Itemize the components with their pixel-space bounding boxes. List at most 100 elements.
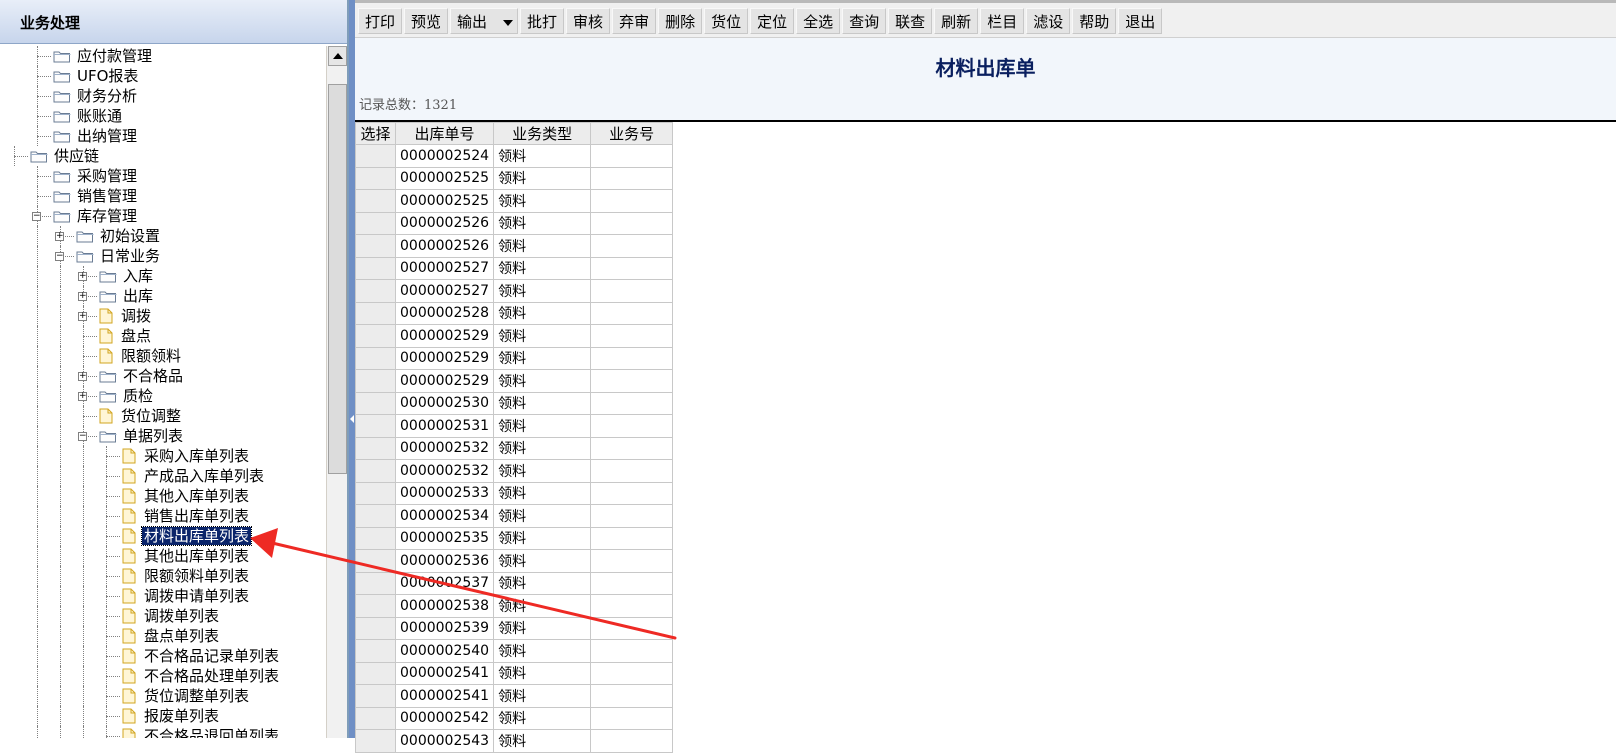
- tree-item[interactable]: 采购管理: [53, 166, 139, 186]
- table-row[interactable]: 0000002532 领料: [355, 436, 674, 460]
- tree-item[interactable]: 初始设置: [76, 226, 162, 246]
- tree-item[interactable]: 销售管理: [53, 186, 139, 206]
- table-row[interactable]: 0000002541 领料: [355, 684, 674, 708]
- tree-item[interactable]: 出纳管理: [53, 126, 139, 146]
- row-select-cell[interactable]: [355, 301, 396, 325]
- table-row[interactable]: 0000002529 领料: [355, 324, 674, 348]
- column-header[interactable]: 选择: [355, 122, 396, 145]
- table-row[interactable]: 0000002533 领料: [355, 481, 674, 505]
- row-select-cell[interactable]: [355, 324, 396, 348]
- row-select-cell[interactable]: [355, 526, 396, 550]
- row-select-cell[interactable]: [355, 459, 396, 483]
- expand-icon[interactable]: +: [78, 292, 87, 301]
- row-select-cell[interactable]: [355, 256, 396, 280]
- table-row[interactable]: 0000002541 领料: [355, 661, 674, 685]
- table-row[interactable]: 0000002542 领料: [355, 706, 674, 730]
- toolbar-button[interactable]: 审核: [566, 8, 611, 34]
- table-row[interactable]: 0000002524 领料: [355, 144, 674, 168]
- expand-icon[interactable]: +: [78, 312, 87, 321]
- row-select-cell[interactable]: [355, 414, 396, 438]
- tree-item[interactable]: 账账通: [53, 106, 124, 126]
- toolbar-button[interactable]: 批打: [520, 8, 565, 34]
- expand-icon[interactable]: +: [78, 272, 87, 281]
- tree-item[interactable]: 不合格品退回单列表: [122, 726, 281, 738]
- tree-item[interactable]: 入库: [99, 266, 155, 286]
- table-row[interactable]: 0000002529 领料: [355, 346, 674, 370]
- table-row[interactable]: 0000002538 领料: [355, 594, 674, 618]
- toolbar-button[interactable]: 弃审: [612, 8, 657, 34]
- collapse-icon[interactable]: −: [32, 212, 41, 221]
- tree-item[interactable]: 不合格品处理单列表: [122, 666, 281, 686]
- row-select-cell[interactable]: [355, 369, 396, 393]
- table-row[interactable]: 0000002531 领料: [355, 414, 674, 438]
- row-select-cell[interactable]: [355, 549, 396, 573]
- column-header[interactable]: 业务号: [590, 122, 674, 145]
- row-select-cell[interactable]: [355, 616, 396, 640]
- table-row[interactable]: 0000002525 领料: [355, 166, 674, 190]
- row-select-cell[interactable]: [355, 166, 396, 190]
- table-row[interactable]: 0000002532 领料: [355, 459, 674, 483]
- table-row[interactable]: 0000002536 领料: [355, 549, 674, 573]
- table-row[interactable]: 0000002526 领料: [355, 234, 674, 258]
- table-row[interactable]: 0000002528 领料: [355, 301, 674, 325]
- expand-icon[interactable]: +: [78, 392, 87, 401]
- row-select-cell[interactable]: [355, 706, 396, 730]
- tree-item[interactable]: 应付款管理: [53, 46, 154, 66]
- tree-item[interactable]: 供应链: [30, 146, 101, 166]
- row-select-cell[interactable]: [355, 436, 396, 460]
- row-select-cell[interactable]: [355, 189, 396, 213]
- toolbar-button[interactable]: 全选: [796, 8, 841, 34]
- collapse-icon[interactable]: −: [78, 432, 87, 441]
- toolbar-button[interactable]: 滤设: [1026, 8, 1071, 34]
- tree-item[interactable]: 销售出库单列表: [122, 506, 251, 526]
- row-select-cell[interactable]: [355, 346, 396, 370]
- tree-item[interactable]: 日常业务: [76, 246, 162, 266]
- tree-item[interactable]: 限额领料: [99, 346, 183, 366]
- tree-scrollbar[interactable]: [326, 46, 347, 738]
- tree-item[interactable]: 质检: [99, 386, 155, 406]
- toolbar-button[interactable]: 联查: [888, 8, 933, 34]
- toolbar-button[interactable]: 预览: [404, 8, 449, 34]
- table-row[interactable]: 0000002526 领料: [355, 211, 674, 235]
- row-select-cell[interactable]: [355, 661, 396, 685]
- toolbar-button[interactable]: 定位: [750, 8, 795, 34]
- tree-item[interactable]: 出库: [99, 286, 155, 306]
- expand-icon[interactable]: +: [78, 372, 87, 381]
- row-select-cell[interactable]: [355, 639, 396, 663]
- tree-item[interactable]: 调拨: [99, 306, 153, 326]
- table-row[interactable]: 0000002540 领料: [355, 639, 674, 663]
- toolbar-button[interactable]: 删除: [658, 8, 703, 34]
- toolbar-button[interactable]: 退出: [1118, 8, 1163, 34]
- row-select-cell[interactable]: [355, 481, 396, 505]
- table-row[interactable]: 0000002539 领料: [355, 616, 674, 640]
- table-row[interactable]: 0000002529 领料: [355, 369, 674, 393]
- tree-item[interactable]: 货位调整单列表: [122, 686, 251, 706]
- row-select-cell[interactable]: [355, 279, 396, 303]
- table-row[interactable]: 0000002527 领料: [355, 256, 674, 280]
- tree-item[interactable]: 采购入库单列表: [122, 446, 251, 466]
- tree-item[interactable]: 财务分析: [53, 86, 139, 106]
- column-header[interactable]: 业务类型: [493, 122, 592, 145]
- row-select-cell[interactable]: [355, 571, 396, 595]
- toolbar-button[interactable]: 帮助: [1072, 8, 1117, 34]
- tree-item[interactable]: 调拨单列表: [122, 606, 221, 626]
- row-select-cell[interactable]: [355, 234, 396, 258]
- tree-item[interactable]: 不合格品: [99, 366, 185, 386]
- scroll-up-arrow-icon[interactable]: [328, 46, 347, 66]
- tree-item[interactable]: 其他出库单列表: [122, 546, 251, 566]
- tree-item[interactable]: 不合格品记录单列表: [122, 646, 281, 666]
- toolbar-button[interactable]: 刷新: [934, 8, 979, 34]
- tree-item[interactable]: UFO报表: [53, 66, 140, 86]
- toolbar-button[interactable]: 输出: [450, 8, 519, 34]
- scroll-thumb[interactable]: [328, 84, 347, 474]
- table-row[interactable]: 0000002534 领料: [355, 504, 674, 528]
- row-select-cell[interactable]: [355, 211, 396, 235]
- tree-item[interactable]: 报废单列表: [122, 706, 221, 726]
- table-row[interactable]: 0000002543 领料: [355, 729, 674, 753]
- toolbar-button[interactable]: 货位: [704, 8, 749, 34]
- dropdown-caret-icon[interactable]: [503, 20, 514, 26]
- row-select-cell[interactable]: [355, 144, 396, 168]
- table-row[interactable]: 0000002535 领料: [355, 526, 674, 550]
- toolbar-button[interactable]: 查询: [842, 8, 887, 34]
- tree-item[interactable]: 单据列表: [99, 426, 185, 446]
